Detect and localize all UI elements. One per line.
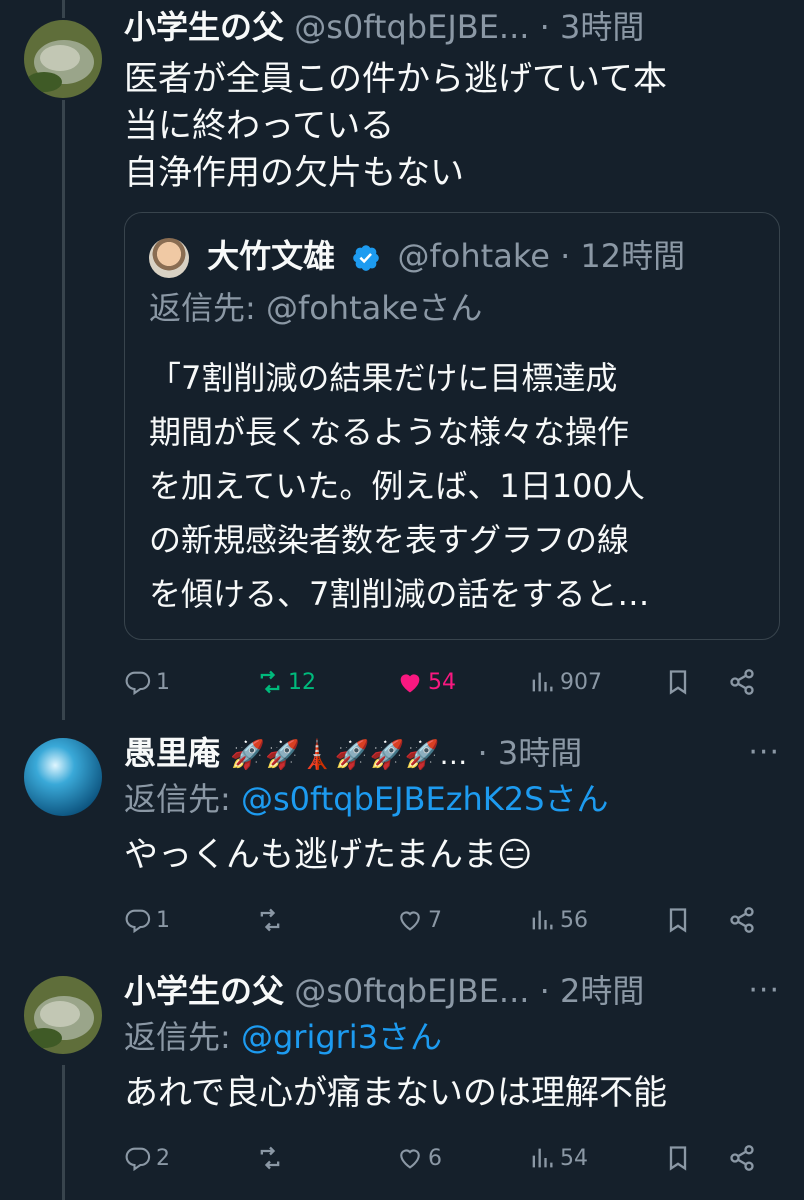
like-button[interactable]: 6 xyxy=(396,1138,442,1178)
reply-count: 1 xyxy=(156,669,170,695)
avatar[interactable] xyxy=(24,738,102,816)
retweet-button[interactable] xyxy=(256,900,288,940)
reply-button[interactable]: 1 xyxy=(124,900,170,940)
reply-to: 返信先: @s0ftqbEJBEzhK2Sさん xyxy=(124,776,780,822)
display-name[interactable]: 小学生の父 xyxy=(124,8,284,46)
bookmark-icon xyxy=(669,1146,687,1171)
reply-count: 1 xyxy=(156,907,170,933)
bookmark-icon xyxy=(669,670,687,695)
retweet-button[interactable] xyxy=(256,1138,288,1178)
timestamp[interactable]: 3時間 xyxy=(498,734,582,772)
name-emoji: 🚀🚀🗼🚀🚀🚀… xyxy=(230,738,468,771)
retweet-icon xyxy=(260,1146,280,1170)
avatar[interactable] xyxy=(24,976,102,1054)
reply-icon xyxy=(125,1147,151,1172)
quote-reply-to: 返信先: @fohtakeさん xyxy=(149,289,483,327)
display-name[interactable]: 小学生の父 xyxy=(124,972,284,1010)
reply-to-label: 返信先: xyxy=(124,1018,241,1056)
action-bar: 2 6 54 xyxy=(124,1138,784,1178)
heart-filled-icon xyxy=(400,674,420,693)
views-button[interactable]: 54 xyxy=(528,1138,588,1178)
reply-button[interactable]: 1 xyxy=(124,662,170,702)
timestamp[interactable]: 2時間 xyxy=(560,972,644,1010)
share-icon xyxy=(730,1145,754,1171)
views-icon xyxy=(532,910,553,930)
tweet-text: 医者が全員この件から逃げていて本 当に終わっている 自浄作用の欠片もない xyxy=(124,59,667,193)
separator-dot: · xyxy=(539,972,550,1010)
views-button[interactable]: 907 xyxy=(528,662,602,702)
reply-to: 返信先: @grigri3さん xyxy=(124,1014,780,1060)
retweet-count: 12 xyxy=(288,669,316,695)
reply-button[interactable]: 2 xyxy=(124,1138,170,1178)
like-count: 6 xyxy=(428,1145,442,1171)
bookmark-icon xyxy=(669,908,687,933)
tweet-text: あれで良心が痛まないのは理解不能 xyxy=(124,1073,667,1113)
quote-display-name: 大竹文雄 xyxy=(207,237,336,275)
tweet-2[interactable]: 愚里庵 🚀🚀🗼🚀🚀🚀… · 3時間 ··· 返信先: @s0ftqbEJBEzh… xyxy=(0,720,804,950)
verified-badge-icon xyxy=(353,245,380,271)
heart-icon xyxy=(400,1149,420,1169)
share-button[interactable] xyxy=(728,1138,760,1178)
action-bar: 1 7 56 xyxy=(124,900,784,940)
like-count: 54 xyxy=(428,669,456,695)
heart-icon xyxy=(400,911,420,931)
quote-separator-dot: · xyxy=(560,237,571,275)
retweet-icon xyxy=(260,670,280,694)
quote-text: 「7割削減の結果だけに目標達成 期間が長くなるような様々な操作 を加えていた。例… xyxy=(149,359,650,613)
view-count: 56 xyxy=(560,907,588,933)
more-options-icon[interactable]: ··· xyxy=(748,968,780,1014)
separator-dot: · xyxy=(539,8,550,46)
bookmark-button[interactable] xyxy=(664,662,696,702)
share-button[interactable] xyxy=(728,662,760,702)
bookmark-button[interactable] xyxy=(664,900,696,940)
tweet-text: やっくんも逃げたまんま😑 xyxy=(124,835,533,875)
retweet-icon xyxy=(260,908,280,932)
like-count: 7 xyxy=(428,907,442,933)
separator-dot: · xyxy=(477,734,488,772)
quote-tweet[interactable]: 大竹文雄 @fohtake · 12時間 返信先: @fohtakeさん 「7割… xyxy=(124,212,780,640)
retweet-button[interactable]: 12 xyxy=(256,662,316,702)
view-count: 907 xyxy=(560,669,602,695)
display-name[interactable]: 愚里庵 xyxy=(124,734,220,772)
like-button[interactable]: 7 xyxy=(396,900,442,940)
reply-count: 2 xyxy=(156,1145,170,1171)
avatar[interactable] xyxy=(24,20,102,98)
reply-to-mention[interactable]: @s0ftqbEJBEzhK2Sさん xyxy=(241,780,608,818)
views-icon xyxy=(532,672,553,692)
reply-to-label: 返信先: xyxy=(124,780,241,818)
share-icon xyxy=(730,669,754,695)
quote-avatar xyxy=(149,238,189,278)
user-handle[interactable]: @s0ftqbEJBE... xyxy=(294,8,529,46)
view-count: 54 xyxy=(560,1145,588,1171)
timestamp[interactable]: 3時間 xyxy=(560,8,644,46)
tweet-1[interactable]: 小学生の父 @s0ftqbEJBE... · 3時間 医者が全員この件から逃げて… xyxy=(0,0,804,715)
user-handle[interactable]: @s0ftqbEJBE... xyxy=(294,972,529,1010)
action-bar: 1 12 54 907 xyxy=(124,662,784,702)
tweet-3[interactable]: 小学生の父 @s0ftqbEJBE... · 2時間 ··· 返信先: @gri… xyxy=(0,960,804,1200)
reply-icon xyxy=(125,671,151,696)
views-icon xyxy=(532,1148,553,1168)
quote-user-handle: @fohtake xyxy=(397,237,550,275)
share-button[interactable] xyxy=(728,900,760,940)
bookmark-button[interactable] xyxy=(664,1138,696,1178)
more-options-icon[interactable]: ··· xyxy=(748,730,780,776)
reply-to-mention[interactable]: @grigri3さん xyxy=(241,1018,442,1056)
quote-timestamp: 12時間 xyxy=(580,237,686,275)
like-button[interactable]: 54 xyxy=(396,662,456,702)
reply-icon xyxy=(125,909,151,934)
share-icon xyxy=(730,907,754,933)
views-button[interactable]: 56 xyxy=(528,900,588,940)
